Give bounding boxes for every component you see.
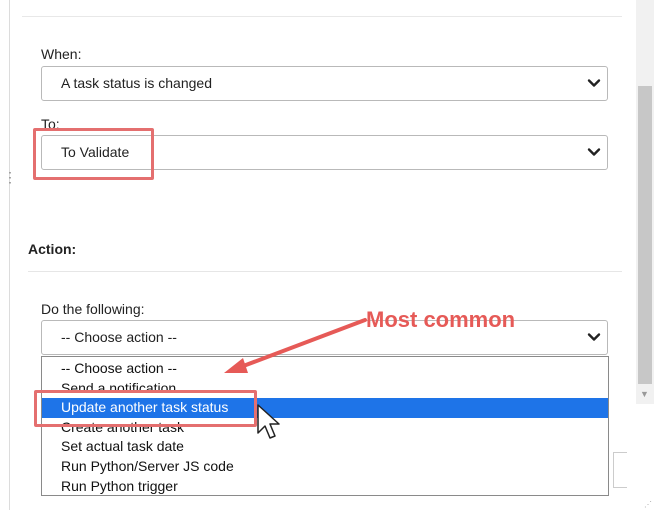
- dropdown-option[interactable]: Run Python/Server JS code: [42, 457, 608, 477]
- annotation-arrow-icon: [224, 318, 367, 373]
- to-value-highlight-box: [33, 128, 154, 180]
- partial-input-frame: [613, 452, 627, 488]
- scrollbar-thumb[interactable]: [638, 86, 652, 384]
- do-following-label: Do the following:: [41, 301, 145, 317]
- chevron-down-icon: [587, 79, 601, 87]
- chevron-down-icon: [587, 148, 601, 156]
- action-divider: [28, 271, 622, 272]
- when-label: When:: [41, 46, 82, 62]
- drag-handle-icon[interactable]: ⋮: [3, 170, 17, 184]
- common-option-highlight-box: [34, 390, 257, 427]
- chevron-down-icon: [587, 333, 601, 341]
- dropdown-option[interactable]: Set actual task date: [42, 437, 608, 457]
- action-section-title: Action:: [28, 241, 77, 257]
- most-common-callout: Most common: [366, 307, 516, 332]
- top-divider: [22, 16, 622, 17]
- scroll-down-arrow-icon[interactable]: ▼: [640, 389, 649, 399]
- dropdown-option[interactable]: Run Python trigger: [42, 477, 608, 497]
- when-select-value: A task status is changed: [61, 75, 212, 91]
- mouse-pointer-icon: [257, 404, 280, 439]
- resize-grip-icon[interactable]: ⋰: [644, 500, 652, 509]
- action-select-value: -- Choose action --: [61, 329, 177, 345]
- when-select[interactable]: A task status is changed: [41, 66, 608, 101]
